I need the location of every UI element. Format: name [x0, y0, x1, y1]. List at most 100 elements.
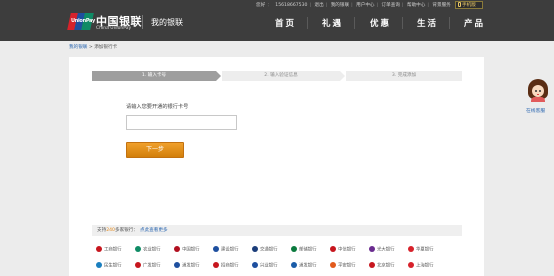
bank-name: 工商银行 [104, 247, 122, 253]
add-card-panel: 1. 输入卡号 2. 输入验证信息 3. 完成添加 请输入您要开通的银行卡号 下… [69, 57, 484, 276]
bank-name: 上海银行 [416, 263, 434, 269]
bank-logo-icon [96, 246, 102, 252]
logo-english-name: China UnionPay [96, 26, 132, 31]
bank-logo-icon [291, 246, 297, 252]
bank-item[interactable]: 平安银行 [330, 262, 356, 270]
bank-name: 民生银行 [104, 263, 122, 269]
bank-logo-icon [96, 262, 102, 268]
bank-item[interactable]: 中国银行 [174, 246, 200, 254]
bank-logo-icon [330, 262, 336, 268]
bank-count: 240 [106, 228, 115, 233]
bank-logo-icon [135, 262, 141, 268]
nav-divider [449, 17, 450, 29]
breadcrumb-current: 添加银行卡 [94, 45, 118, 50]
bank-name: 邮储银行 [299, 247, 317, 253]
top-links-bar: 您好： 15618667530 | 退出 | 我的银联 | 用户中心 | 订单查询 | 帮… [256, 3, 451, 8]
bank-item[interactable]: 浦发银行 [291, 262, 317, 270]
service-avatar-icon [528, 79, 548, 102]
see-more-banks-link[interactable]: 点此查看更多 [140, 228, 168, 233]
breadcrumb-home-link[interactable]: 我的银联 [69, 45, 87, 50]
mobile-version-button[interactable]: 手机版 [455, 1, 483, 9]
header-divider [142, 15, 143, 29]
nav-home[interactable]: 首页 [275, 17, 296, 29]
mobile-version-label: 手机版 [462, 3, 476, 8]
breadcrumb: 我的银联 > 添加银行卡 [69, 44, 117, 50]
bank-logo-icon [213, 246, 219, 252]
bank-item[interactable]: 邮储银行 [291, 246, 317, 254]
background-service-link[interactable]: 背景服务 [432, 3, 450, 8]
bank-name: 交通银行 [260, 247, 278, 253]
bank-item[interactable]: 工商银行 [96, 246, 122, 254]
step-3: 3. 完成添加 [346, 71, 462, 81]
bank-name: 浦发银行 [299, 263, 317, 269]
nav-divider [354, 17, 355, 29]
order-query-link[interactable]: 订单查询 [382, 3, 400, 8]
online-service-label[interactable]: 在线客服 [526, 107, 545, 114]
support-prefix: 支持 [97, 228, 107, 233]
bank-item[interactable]: 建设银行 [213, 246, 239, 254]
bank-logo-icon [213, 262, 219, 268]
phone-icon [458, 2, 461, 7]
bank-name: 建设银行 [221, 247, 239, 253]
step-progress: 1. 输入卡号 2. 输入验证信息 3. 完成添加 [92, 71, 462, 81]
support-suffix: 多家银行： [114, 228, 138, 233]
bank-logo-icon [291, 262, 297, 268]
bank-name: 北京银行 [377, 263, 395, 269]
bank-logo-icon [174, 246, 180, 252]
card-number-label: 请输入您要开通的银行卡号 [126, 104, 189, 110]
bank-name: 中国银行 [182, 247, 200, 253]
bank-item[interactable]: 招商银行 [213, 262, 239, 270]
bank-name: 平安银行 [338, 263, 356, 269]
online-service-widget[interactable]: 在线客服 [526, 79, 550, 119]
help-center-link[interactable]: 帮助中心 [407, 3, 425, 8]
bank-logo-icon [174, 262, 180, 268]
bank-item[interactable]: 中信银行 [330, 246, 356, 254]
nav-divider [402, 17, 403, 29]
bank-item[interactable]: 浦发银行 [174, 262, 200, 270]
bank-logo-icon [252, 262, 258, 268]
bank-logo-icon [252, 246, 258, 252]
bank-item[interactable]: 广发银行 [135, 262, 161, 270]
bank-item[interactable]: 上海银行 [408, 262, 434, 270]
user-phone: 15618667530 [275, 3, 308, 8]
bank-logo-icon [369, 262, 375, 268]
bank-logo-icon [408, 246, 414, 252]
bank-logo-icon [135, 246, 141, 252]
nav-life[interactable]: 生活 [417, 17, 438, 29]
greeting-text: 您好 [256, 3, 266, 8]
bank-logo-icon [369, 246, 375, 252]
bank-item[interactable]: 交通银行 [252, 246, 278, 254]
nav-privileges[interactable]: 礼遇 [322, 17, 343, 29]
bank-item[interactable]: 北京银行 [369, 262, 395, 270]
bank-name: 华夏银行 [416, 247, 434, 253]
bank-name: 中信银行 [338, 247, 356, 253]
bank-name: 招商银行 [221, 263, 239, 269]
step-arrow [340, 71, 345, 81]
bank-item[interactable]: 兴业银行 [252, 262, 278, 270]
nav-products[interactable]: 产品 [464, 17, 485, 29]
nav-divider [307, 17, 308, 29]
logout-link[interactable]: 退出 [314, 3, 323, 8]
bank-logo-icon [408, 262, 414, 268]
bank-name: 浦发银行 [182, 263, 200, 269]
nav-discounts[interactable]: 优惠 [370, 17, 391, 29]
bank-item[interactable]: 光大银行 [369, 246, 395, 254]
bank-item[interactable]: 民生银行 [96, 262, 122, 270]
breadcrumb-separator: > [88, 45, 93, 50]
step-2: 2. 输入验证信息 [222, 71, 340, 81]
bank-logo-icon [330, 246, 336, 252]
unionpay-logo-icon[interactable]: UnionPay [67, 13, 95, 30]
bank-name: 广发银行 [143, 263, 161, 269]
step-arrow [216, 71, 221, 81]
section-title: 我的银联 [151, 18, 183, 27]
step-1: 1. 输入卡号 [92, 71, 216, 81]
user-center-link[interactable]: 用户中心 [356, 3, 374, 8]
bank-name: 光大银行 [377, 247, 395, 253]
site-header: UnionPay 中国银联 China UnionPay 我的银联 您好： 15… [0, 0, 554, 41]
my-unionpay-link[interactable]: 我的银联 [331, 3, 349, 8]
next-step-button[interactable]: 下一步 [126, 142, 184, 158]
card-number-input[interactable] [126, 115, 237, 130]
bank-item[interactable]: 农业银行 [135, 246, 161, 254]
bank-item[interactable]: 华夏银行 [408, 246, 434, 254]
supported-banks-bar: 支持240多家银行： 点此查看更多 [92, 225, 462, 236]
